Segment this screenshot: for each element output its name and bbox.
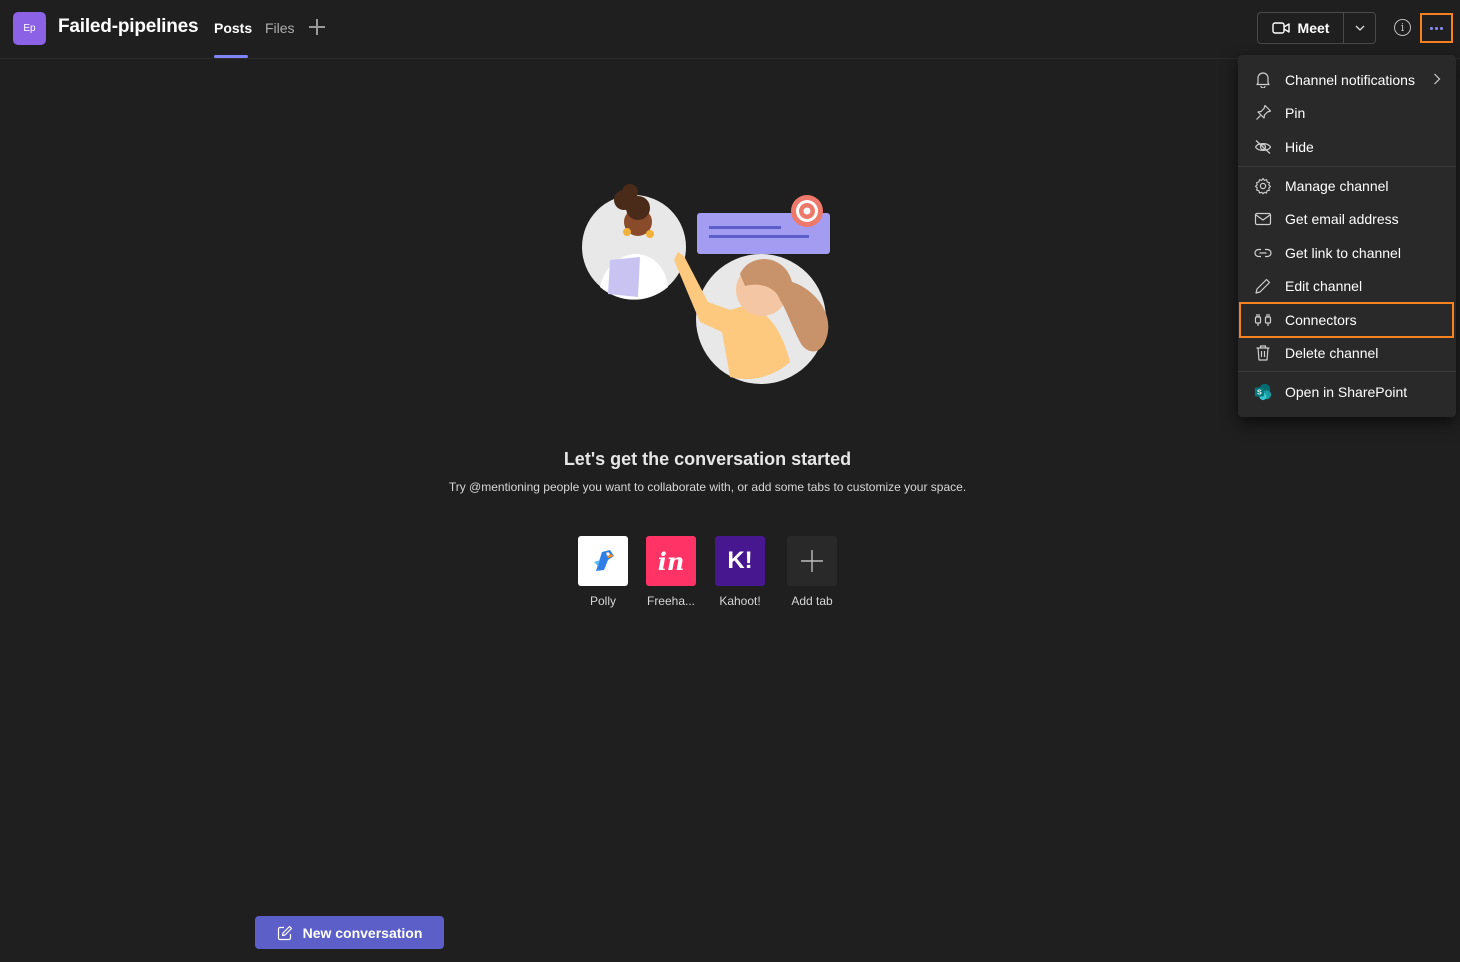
menu-item-label: Connectors	[1285, 312, 1357, 328]
chevron-right-icon	[1433, 72, 1441, 88]
mail-icon	[1254, 210, 1272, 228]
active-tab-indicator	[214, 55, 248, 58]
menu-item-label: Pin	[1285, 104, 1306, 121]
app-label: Add tab	[791, 594, 833, 608]
menu-item-label: Manage channel	[1285, 177, 1389, 194]
menu-item-edit-channel[interactable]: Edit channel	[1238, 269, 1456, 302]
app-tile-add-tab[interactable]: Add tab	[776, 536, 848, 616]
meet-button[interactable]: Meet	[1258, 13, 1344, 43]
tab-files[interactable]: Files	[265, 20, 295, 36]
menu-item-open-in-sharepoint[interactable]: S Open in SharePoint	[1238, 375, 1456, 408]
gear-icon	[1254, 177, 1272, 195]
info-icon[interactable]: i	[1394, 19, 1411, 36]
menu-item-connectors[interactable]: Connectors	[1239, 302, 1454, 338]
new-conversation-label: New conversation	[302, 924, 423, 941]
new-conversation-button[interactable]: New conversation	[255, 916, 444, 949]
bell-icon	[1254, 71, 1272, 89]
eye-off-icon	[1254, 138, 1272, 156]
menu-item-label: Channel notifications	[1285, 71, 1415, 88]
app-tile-freehand[interactable]: in Freeha...	[635, 536, 707, 616]
empty-state-title: Let's get the conversation started	[563, 449, 852, 469]
menu-item-label: Hide	[1285, 138, 1314, 155]
menu-item-get-email-address[interactable]: Get email address	[1238, 202, 1456, 235]
empty-state-subtitle: Try @mentioning people you want to colla…	[448, 480, 967, 494]
team-avatar[interactable]: Ep	[13, 12, 46, 45]
video-camera-icon	[1271, 22, 1290, 34]
trash-icon	[1254, 344, 1272, 362]
more-options-button[interactable]	[1420, 13, 1453, 43]
plus-icon	[787, 536, 837, 586]
polly-icon	[578, 536, 628, 586]
app-tile-polly[interactable]: Polly	[567, 536, 639, 616]
menu-item-get-link-to-channel[interactable]: Get link to channel	[1238, 236, 1456, 269]
menu-item-pin[interactable]: Pin	[1238, 96, 1456, 129]
menu-item-label: Get link to channel	[1285, 244, 1401, 261]
app-label: Polly	[589, 594, 616, 608]
app-label: Kahoot!	[719, 594, 761, 608]
sharepoint-icon: S	[1254, 383, 1272, 401]
tab-posts[interactable]: Posts	[214, 20, 252, 36]
menu-divider	[1238, 166, 1456, 167]
menu-item-manage-channel[interactable]: Manage channel	[1238, 169, 1456, 202]
channel-header: Ep Failed-pipelines Posts Files Meet i	[0, 0, 1460, 59]
app-tile-kahoot[interactable]: K! Kahoot!	[704, 536, 776, 616]
compose-icon	[277, 925, 292, 940]
menu-item-label: Get email address	[1285, 210, 1399, 227]
chevron-down-icon	[1355, 25, 1364, 31]
add-tab-plus-icon[interactable]	[307, 17, 327, 37]
svg-text:S: S	[1257, 387, 1262, 396]
meet-dropdown-button[interactable]	[1344, 13, 1375, 43]
app-label: Freeha...	[646, 594, 696, 608]
meet-button-group: Meet	[1257, 12, 1376, 44]
meet-label: Meet	[1297, 20, 1330, 36]
pin-icon	[1254, 104, 1272, 122]
menu-item-delete-channel[interactable]: Delete channel	[1238, 336, 1456, 369]
menu-item-channel-notifications[interactable]: Channel notifications	[1238, 63, 1456, 96]
more-dot-icon	[1430, 26, 1433, 30]
channel-options-menu: Channel notifications Pin Hide Manage ch…	[1238, 55, 1456, 417]
conversation-illustration	[582, 184, 830, 384]
connector-icon	[1254, 311, 1272, 329]
menu-item-label: Delete channel	[1285, 344, 1379, 361]
menu-divider	[1238, 371, 1456, 372]
menu-item-label: Edit channel	[1285, 277, 1363, 294]
menu-item-hide[interactable]: Hide	[1238, 130, 1456, 163]
invision-icon: in	[646, 536, 696, 586]
more-dot-icon	[1435, 26, 1438, 30]
channel-title: Failed-pipelines	[58, 16, 199, 37]
pencil-icon	[1254, 277, 1272, 295]
more-dot-icon	[1440, 26, 1443, 30]
kahoot-icon: K!	[715, 536, 765, 586]
link-icon	[1254, 244, 1272, 262]
menu-item-label: Open in SharePoint	[1285, 383, 1408, 400]
